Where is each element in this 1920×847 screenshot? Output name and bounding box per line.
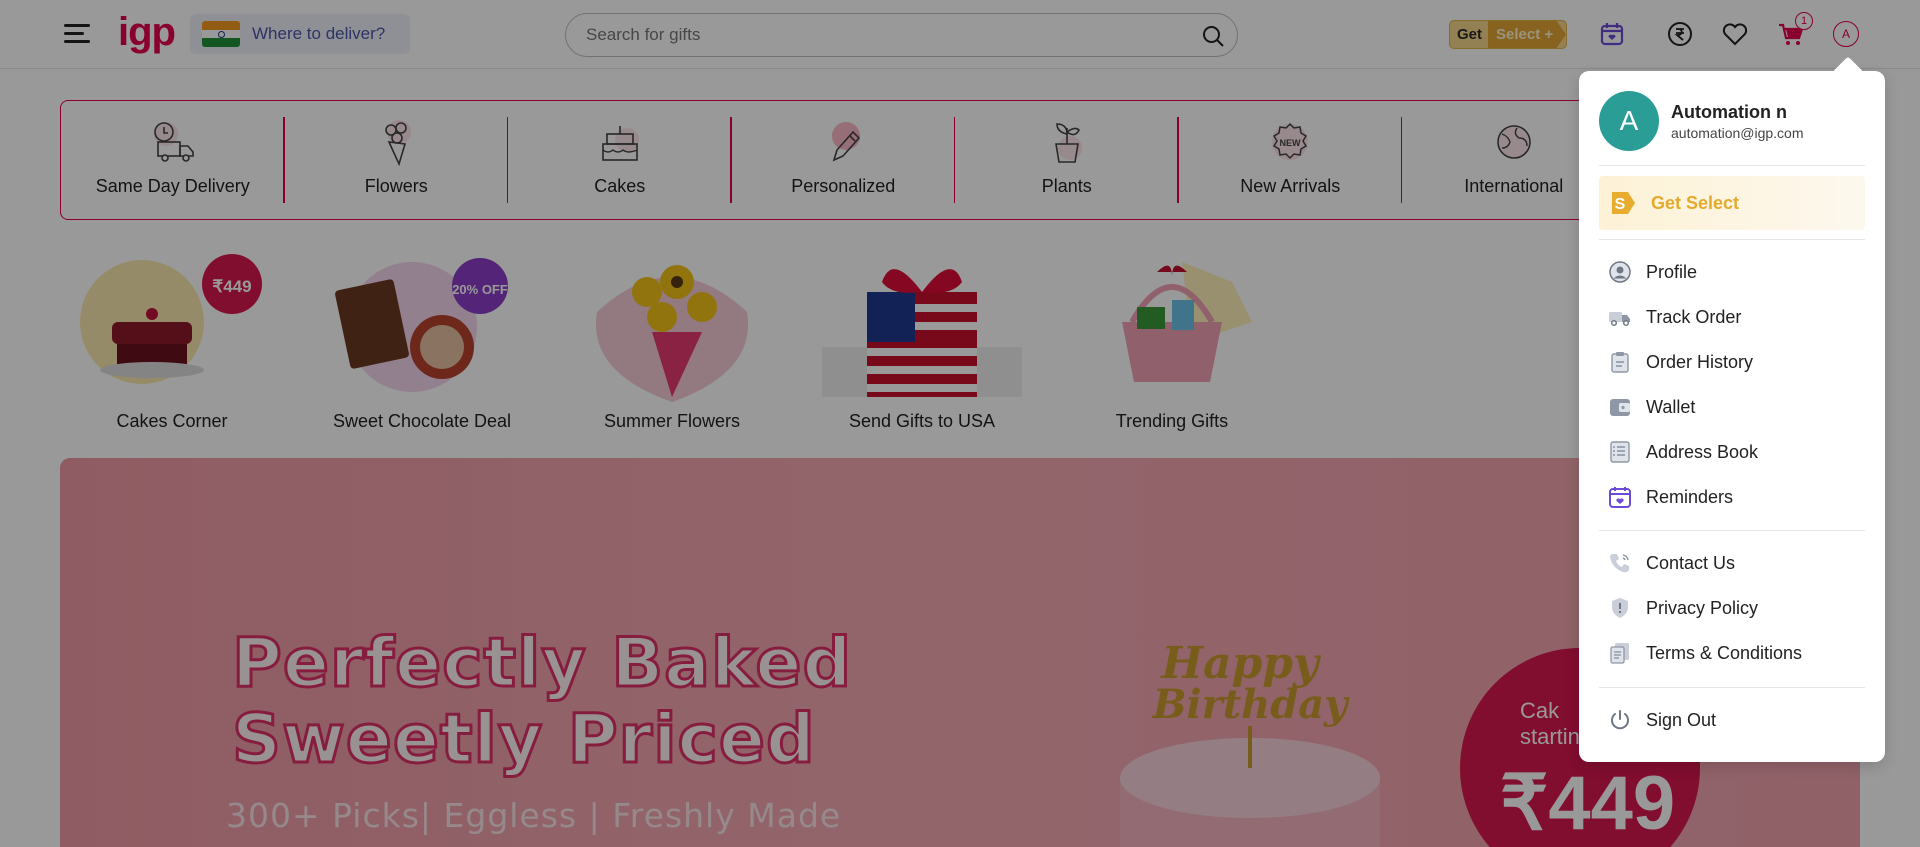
get-select-label: Get Select <box>1651 192 1740 213</box>
phone-icon <box>1610 554 1629 573</box>
svg-text:S: S <box>1615 196 1626 213</box>
menu-item-label: Profile <box>1646 261 1698 282</box>
user-avatar: A <box>1599 91 1659 151</box>
divider <box>1599 530 1865 531</box>
address-book-icon <box>1610 441 1630 463</box>
menu-item-label: Order History <box>1646 351 1754 372</box>
shield-icon <box>1612 598 1628 618</box>
menu-item-profile[interactable]: Profile <box>1608 257 1697 287</box>
clipboard-icon <box>1611 352 1629 373</box>
menu-item-label: Reminders <box>1646 486 1734 507</box>
power-icon <box>1611 710 1629 730</box>
wallet-icon <box>1610 399 1630 416</box>
menu-item-label: Track Order <box>1646 306 1742 327</box>
menu-item-reminders[interactable]: Reminders <box>1608 482 1733 512</box>
divider <box>1599 687 1865 688</box>
user-email: automation@igp.com <box>1671 124 1804 141</box>
menu-item-contact-us[interactable]: Contact Us <box>1608 548 1735 578</box>
select-badge-icon: S <box>1612 192 1635 214</box>
menu-item-terms-conditions[interactable]: Terms & Conditions <box>1608 638 1802 668</box>
account-dropdown: A Automation n automation@igp.com S Get … <box>1579 71 1885 762</box>
menu-item-label: Terms & Conditions <box>1646 642 1803 663</box>
sign-out-label: Sign Out <box>1646 709 1717 730</box>
menu-item-label: Address Book <box>1646 441 1759 462</box>
document-icon <box>1610 643 1629 664</box>
user-info: A Automation n automation@igp.com <box>1599 91 1804 151</box>
menu-item-wallet[interactable]: Wallet <box>1608 392 1695 422</box>
menu-item-privacy-policy[interactable]: Privacy Policy <box>1608 593 1758 623</box>
menu-item-label: Privacy Policy <box>1646 597 1759 618</box>
divider <box>1599 165 1865 166</box>
menu-item-label: Wallet <box>1646 396 1696 417</box>
truck-icon <box>1609 312 1630 327</box>
get-select-menu-item[interactable]: S Get Select <box>1599 176 1865 230</box>
menu-item-order-history[interactable]: Order History <box>1608 347 1753 377</box>
profile-icon <box>1609 261 1631 283</box>
sign-out-button[interactable]: Sign Out <box>1608 705 1716 735</box>
user-name: Automation n <box>1671 101 1787 122</box>
divider <box>1599 239 1865 240</box>
menu-item-address-book[interactable]: Address Book <box>1608 437 1758 467</box>
menu-item-track-order[interactable]: Track Order <box>1608 302 1741 332</box>
calendar-heart-icon <box>1609 487 1631 508</box>
menu-item-label: Contact Us <box>1646 552 1736 573</box>
